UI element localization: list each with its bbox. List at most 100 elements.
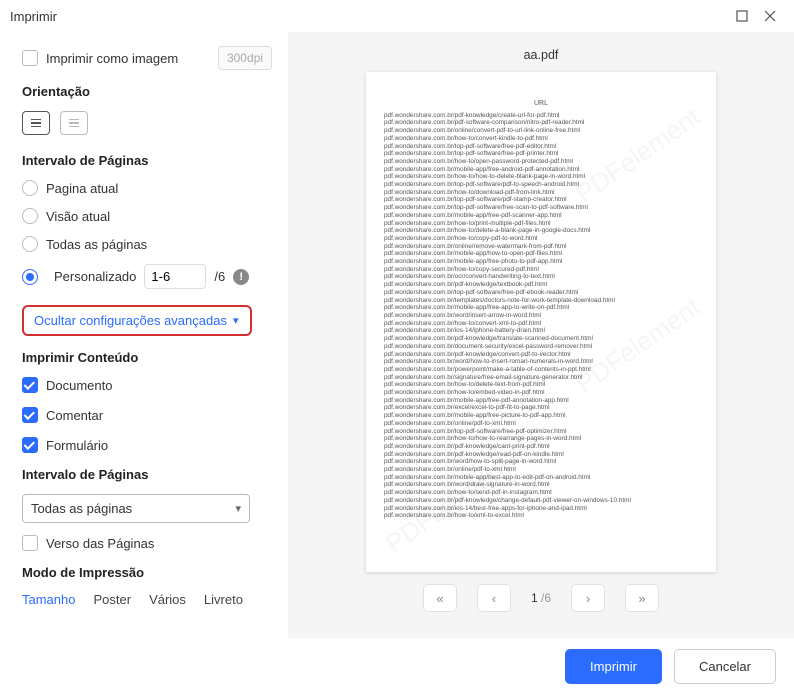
document-checkbox[interactable] — [22, 377, 38, 393]
url-line: pdf.wondershare.com.br/mobile-app/free-a… — [384, 304, 698, 312]
tab-poster[interactable]: Poster — [93, 592, 131, 607]
page-preview: PDFelement PDFelement PDFelement URL pdf… — [366, 72, 716, 572]
url-line: pdf.wondershare.com.br/ios-14/best-free-… — [384, 505, 698, 513]
chevron-down-icon: ▾ — [233, 314, 239, 327]
subset-select[interactable]: Todas as páginas ▾ — [22, 494, 250, 523]
url-line: pdf.wondershare.com.br/document-security… — [384, 343, 698, 351]
url-line: pdf.wondershare.com.br/top-pdf-software/… — [384, 181, 698, 189]
url-line: pdf.wondershare.com.br/how-to/open-passw… — [384, 158, 698, 166]
url-line: pdf.wondershare.com.br/how-to/convert-ki… — [384, 135, 698, 143]
footer: Imprimir Cancelar — [0, 638, 794, 694]
total-pages-suffix: /6 — [214, 269, 225, 284]
pager-last[interactable]: » — [625, 584, 659, 612]
url-line: pdf.wondershare.com.br/how-to/delete-a-b… — [384, 227, 698, 235]
page-range-heading: Intervalo de Páginas — [22, 153, 272, 168]
print-content-heading: Imprimir Conteúdo — [22, 350, 272, 365]
pager-next[interactable]: › — [571, 584, 605, 612]
preview-panel: aa.pdf PDFelement PDFelement PDFelement … — [288, 32, 794, 638]
url-line: pdf.wondershare.com.br/word/insert-arrow… — [384, 312, 698, 320]
maximize-button[interactable] — [728, 2, 756, 30]
orientation-landscape[interactable] — [60, 111, 88, 135]
window-title: Imprimir — [10, 9, 728, 24]
url-line: pdf.wondershare.com.br/word/how-to-inser… — [384, 358, 698, 366]
print-as-image-label: Imprimir como imagem — [46, 51, 178, 66]
url-line: pdf.wondershare.com.br/how-to/copy-pdf-t… — [384, 235, 698, 243]
subset-select-value: Todas as páginas — [31, 501, 132, 516]
url-line: pdf.wondershare.com.br/templates/doctors… — [384, 297, 698, 305]
url-line: pdf.wondershare.com.br/how-to/download-p… — [384, 189, 698, 197]
tab-booklet[interactable]: Livreto — [204, 592, 243, 607]
url-list: pdf.wondershare.com.br/pdf-knowledge/cre… — [384, 112, 698, 520]
radio-all-pages[interactable] — [22, 236, 38, 252]
url-line: pdf.wondershare.com.br/top-pdf-software/… — [384, 143, 698, 151]
print-mode-heading: Modo de Impressão — [22, 565, 272, 580]
url-line: pdf.wondershare.com.br/top-pdf-software/… — [384, 289, 698, 297]
url-line: pdf.wondershare.com.br/word/draw-signatu… — [384, 481, 698, 489]
url-line: pdf.wondershare.com.br/signature/free-em… — [384, 374, 698, 382]
page-header: URL — [384, 100, 698, 108]
pager-first[interactable]: « — [423, 584, 457, 612]
warning-icon: ! — [233, 269, 249, 285]
url-line: pdf.wondershare.com.br/mobile-app/free-p… — [384, 397, 698, 405]
custom-range-input[interactable] — [144, 264, 206, 289]
url-line: pdf.wondershare.com.br/mobile-app/free-p… — [384, 258, 698, 266]
advanced-toggle[interactable]: Ocultar configurações avançadas ▾ — [22, 305, 252, 336]
url-line: pdf.wondershare.com.br/online/convert-pd… — [384, 127, 698, 135]
url-line: pdf.wondershare.com.br/how-to/print-mult… — [384, 220, 698, 228]
document-label: Documento — [46, 378, 112, 393]
reverse-pages-checkbox[interactable] — [22, 535, 38, 551]
chevron-down-icon: ▾ — [235, 502, 241, 515]
dpi-field[interactable]: 300dpi — [218, 46, 272, 70]
radio-current-page[interactable] — [22, 180, 38, 196]
radio-current-page-label: Pagina atual — [46, 181, 118, 196]
orientation-portrait[interactable] — [22, 111, 50, 135]
comment-label: Comentar — [46, 408, 103, 423]
settings-sidebar: Imprimir como imagem 300dpi Orientação I… — [0, 32, 288, 638]
print-button[interactable]: Imprimir — [565, 649, 662, 684]
tab-multiple[interactable]: Vários — [149, 592, 186, 607]
url-line: pdf.wondershare.com.br/word/how-to-split… — [384, 458, 698, 466]
url-line: pdf.wondershare.com.br/online/remove-wat… — [384, 243, 698, 251]
url-line: pdf.wondershare.com.br/top-pdf-software/… — [384, 150, 698, 158]
form-checkbox[interactable] — [22, 437, 38, 453]
orientation-heading: Orientação — [22, 84, 272, 99]
url-line: pdf.wondershare.com.br/top-pdf-software/… — [384, 196, 698, 204]
url-line: pdf.wondershare.com.br/pdf-knowledge/cre… — [384, 112, 698, 120]
radio-custom[interactable] — [22, 269, 38, 285]
radio-current-view-label: Visão atual — [46, 209, 110, 224]
radio-all-pages-label: Todas as páginas — [46, 237, 147, 252]
url-line: pdf.wondershare.com.br/mobile-app/free-p… — [384, 412, 698, 420]
document-filename: aa.pdf — [524, 48, 559, 62]
url-line: pdf.wondershare.com.br/pdf-software-comp… — [384, 119, 698, 127]
comment-checkbox[interactable] — [22, 407, 38, 423]
reverse-pages-label: Verso das Páginas — [46, 536, 154, 551]
print-as-image-checkbox[interactable] — [22, 50, 38, 66]
url-line: pdf.wondershare.com.br/how-to/embed-vide… — [384, 389, 698, 397]
url-line: pdf.wondershare.com.br/how-to/delete-tex… — [384, 381, 698, 389]
pager: « ‹ 1 /6 › » — [423, 584, 659, 612]
cancel-button[interactable]: Cancelar — [674, 649, 776, 684]
url-line: pdf.wondershare.com.br/how-to/xml-to-exc… — [384, 512, 698, 520]
url-line: pdf.wondershare.com.br/ocr/convert-handw… — [384, 273, 698, 281]
pager-prev[interactable]: ‹ — [477, 584, 511, 612]
url-line: pdf.wondershare.com.br/online/pdf-to-xml… — [384, 420, 698, 428]
url-line: pdf.wondershare.com.br/how-to/convert-xm… — [384, 320, 698, 328]
form-label: Formulário — [46, 438, 108, 453]
url-line: pdf.wondershare.com.br/how-to/how-to-rea… — [384, 435, 698, 443]
url-line: pdf.wondershare.com.br/pdf-knowledge/rea… — [384, 451, 698, 459]
close-button[interactable] — [756, 2, 784, 30]
url-line: pdf.wondershare.com.br/powerpoint/make-a… — [384, 366, 698, 374]
radio-current-view[interactable] — [22, 208, 38, 224]
url-line: pdf.wondershare.com.br/how-to/copy-secur… — [384, 266, 698, 274]
url-line: pdf.wondershare.com.br/pdf-knowledge/tex… — [384, 281, 698, 289]
url-line: pdf.wondershare.com.br/mobile-app/free-p… — [384, 212, 698, 220]
url-line: pdf.wondershare.com.br/excel/excel-to-pd… — [384, 404, 698, 412]
tab-size[interactable]: Tamanho — [22, 592, 75, 607]
url-line: pdf.wondershare.com.br/pdf-knowledge/cha… — [384, 497, 698, 505]
titlebar: Imprimir — [0, 0, 794, 32]
url-line: pdf.wondershare.com.br/how-to/send-pdf-i… — [384, 489, 698, 497]
url-line: pdf.wondershare.com.br/online/pdf-to-xml… — [384, 466, 698, 474]
url-line: pdf.wondershare.com.br/top-pdf-software/… — [384, 204, 698, 212]
radio-custom-label: Personalizado — [54, 269, 136, 284]
pager-position: 1 /6 — [531, 591, 551, 605]
